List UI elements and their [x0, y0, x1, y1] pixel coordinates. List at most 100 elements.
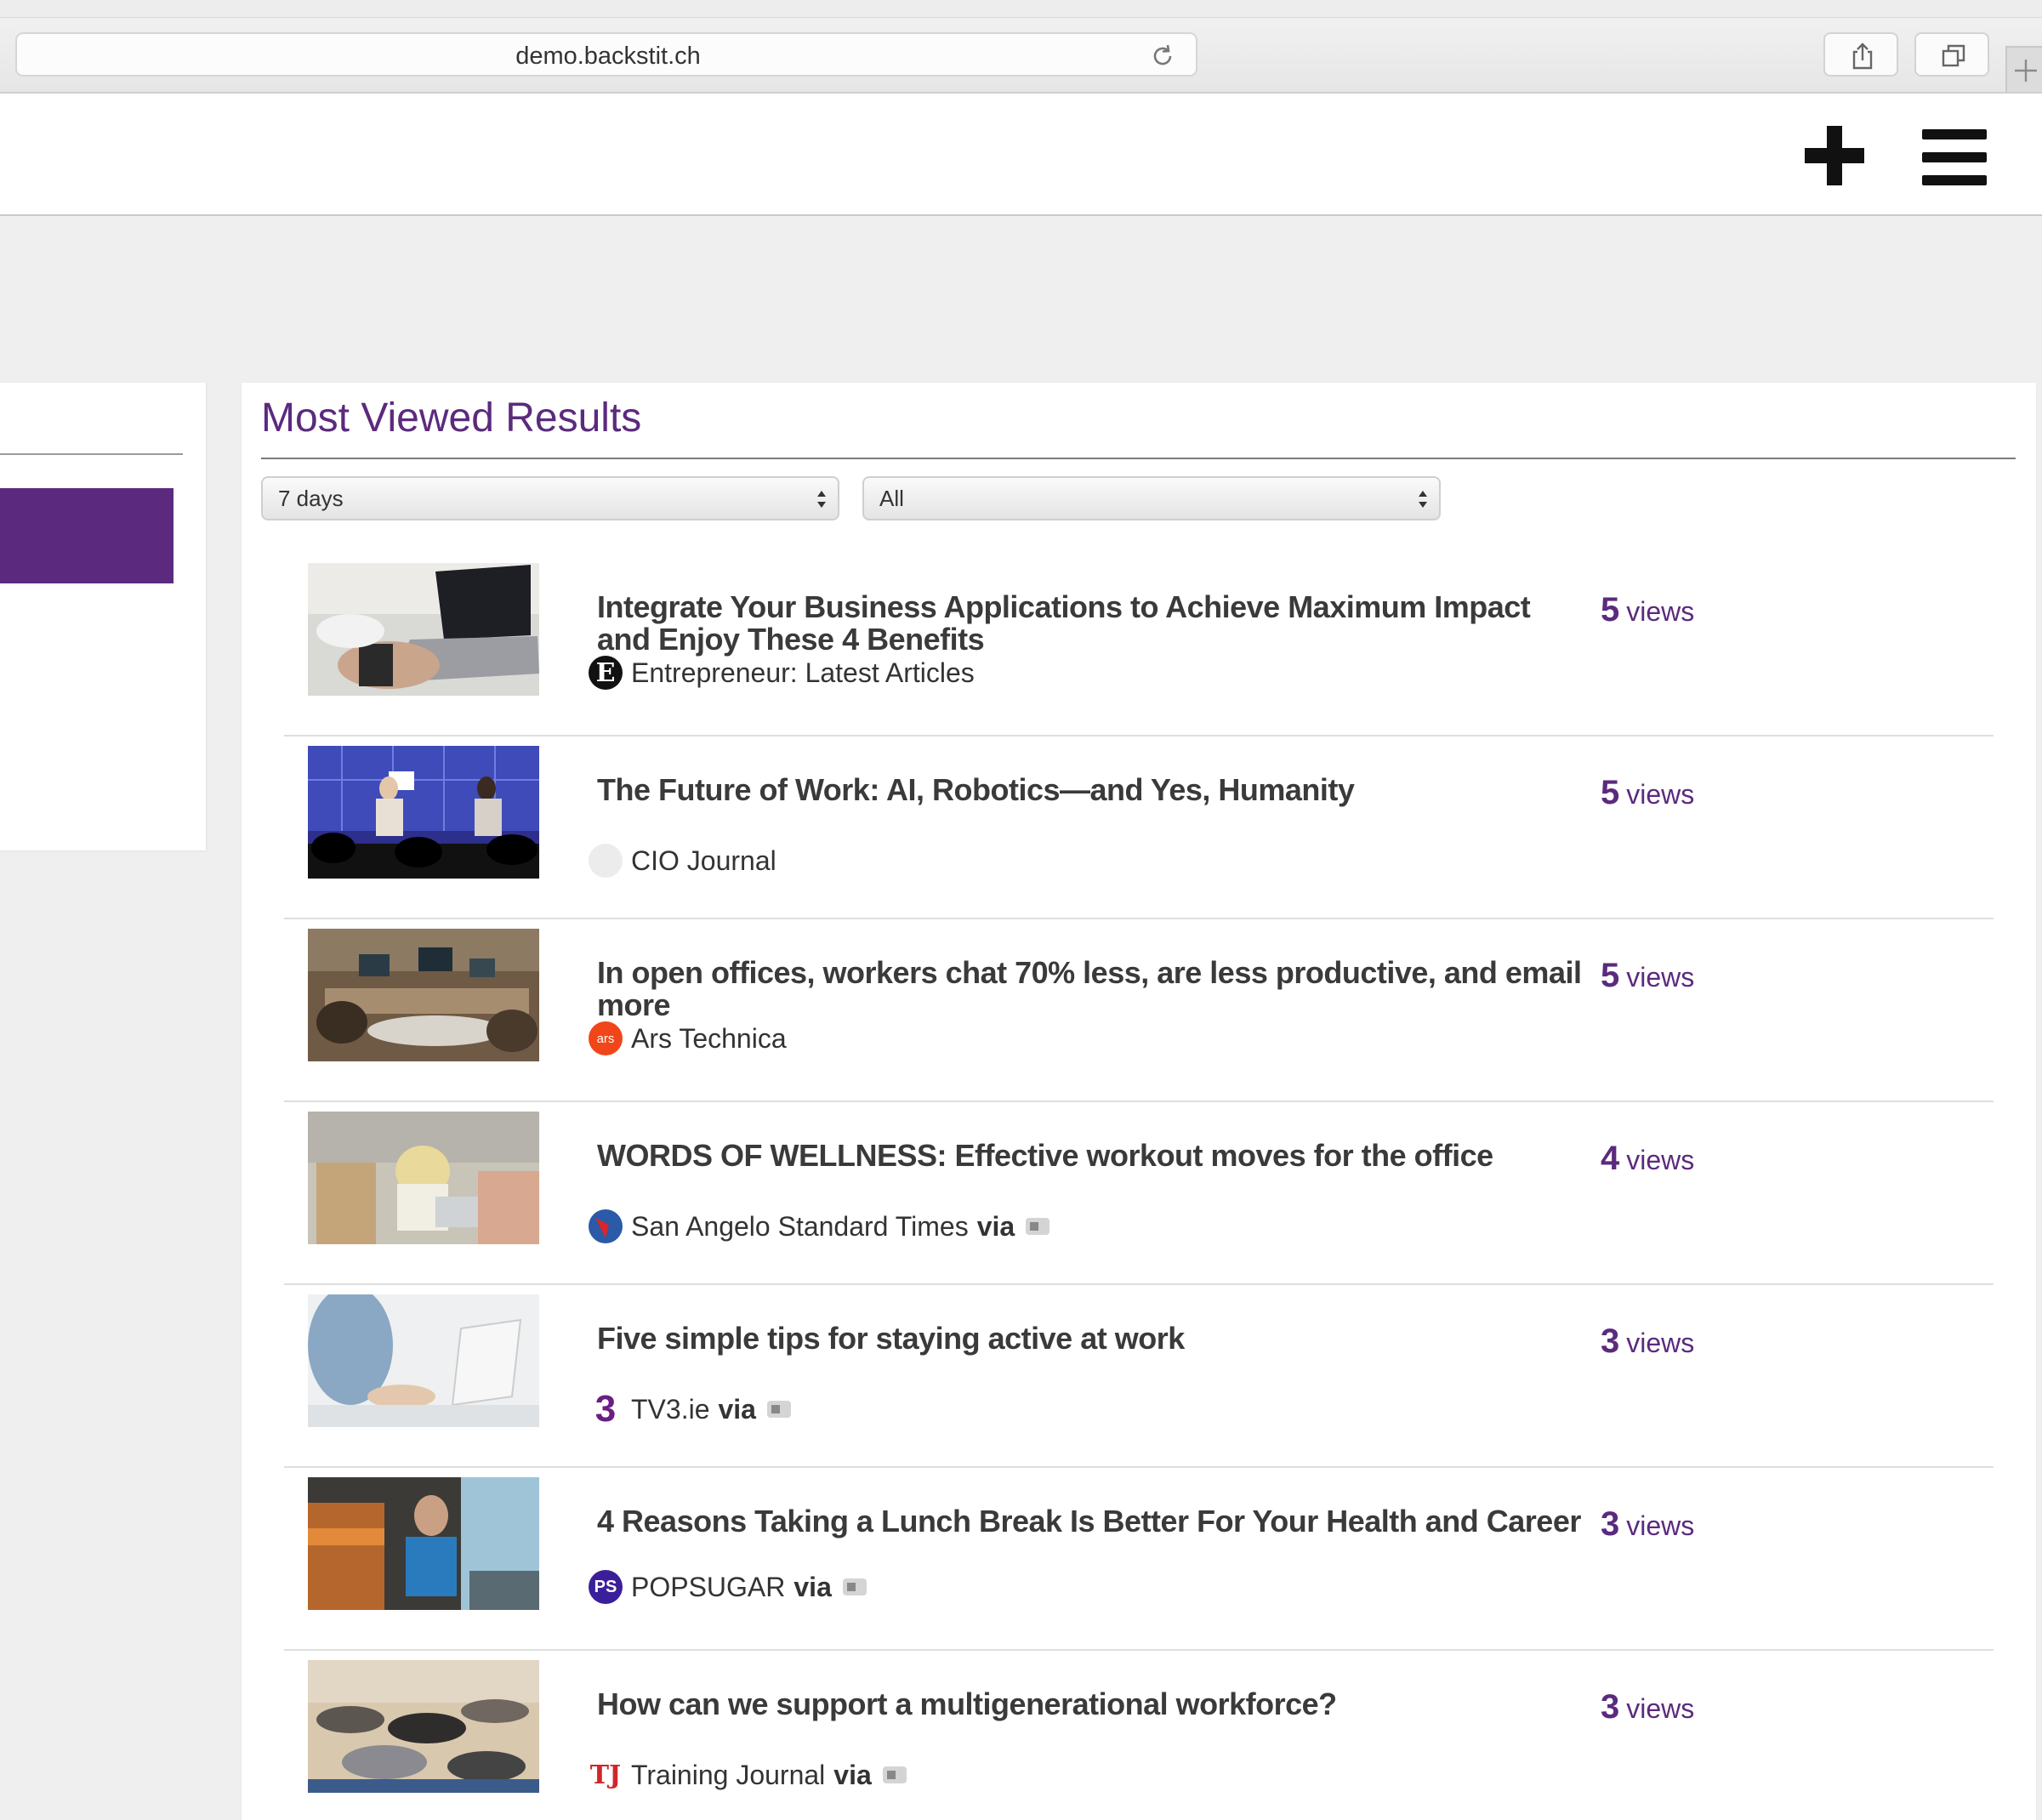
feed-icon — [766, 1401, 791, 1418]
view-count: 5 views — [1601, 591, 1694, 629]
source-name: Entrepreneur: Latest Articles — [631, 657, 975, 688]
view-count-label: views — [1626, 779, 1695, 810]
san-angelo-logo-icon — [589, 1209, 623, 1243]
tv3-logo-icon: 3 — [589, 1392, 623, 1426]
view-count-label: views — [1626, 1145, 1695, 1175]
view-count-number: 3 — [1601, 1688, 1620, 1726]
view-count: 5 views — [1601, 957, 1694, 995]
plus-icon[interactable] — [1805, 126, 1864, 185]
article-title[interactable]: 4 Reasons Taking a Lunch Break Is Better… — [597, 1505, 1584, 1538]
view-count-number: 4 — [1601, 1140, 1620, 1177]
feed-icon — [842, 1578, 867, 1595]
app-header — [0, 94, 2042, 216]
article-thumbnail[interactable] — [308, 746, 539, 879]
article-thumbnail[interactable] — [308, 1294, 539, 1427]
source-name: TV3.ie — [631, 1393, 710, 1425]
article-thumbnail[interactable] — [308, 929, 539, 1061]
view-count-label: views — [1626, 1693, 1695, 1724]
article-title[interactable]: Five simple tips for staying active at w… — [597, 1322, 1584, 1355]
via-label: via — [976, 1210, 1015, 1242]
share-button[interactable] — [1823, 32, 1898, 77]
tabs-overview-button[interactable] — [1914, 32, 1989, 77]
left-sidebar-panel — [0, 383, 207, 850]
cio-journal-logo-icon — [589, 844, 623, 878]
address-bar[interactable]: demo.backstit.ch — [15, 32, 1197, 77]
article-thumbnail[interactable] — [308, 1112, 539, 1244]
section-title: Most Viewed Results — [261, 395, 642, 441]
view-count-label: views — [1626, 1510, 1695, 1541]
page: demo.backstit.ch Most Viewed Results 7 d… — [0, 0, 2042, 1820]
select-arrows-icon — [817, 491, 826, 508]
article-title[interactable]: How can we support a multigenerational w… — [597, 1688, 1584, 1720]
article-source: San Angelo Standard Times via — [589, 1208, 1050, 1245]
view-count-number: 3 — [1601, 1322, 1620, 1360]
via-label: via — [833, 1759, 872, 1790]
via-label: via — [718, 1393, 756, 1425]
period-select-value: 7 days — [278, 486, 344, 511]
article-source: TJ Training Journal via — [589, 1756, 907, 1794]
article-source: ars Ars Technica — [589, 1020, 787, 1057]
view-count-number: 3 — [1601, 1505, 1620, 1543]
view-count: 5 views — [1601, 774, 1694, 812]
ars-technica-logo-icon: ars — [589, 1021, 623, 1055]
view-count-number: 5 — [1601, 591, 1620, 628]
article-title[interactable]: The Future of Work: AI, Robotics—and Yes… — [597, 774, 1584, 806]
article-thumbnail[interactable] — [308, 1660, 539, 1793]
url-text[interactable]: demo.backstit.ch — [17, 34, 1199, 78]
view-count: 4 views — [1601, 1140, 1694, 1178]
entrepreneur-logo-icon: E — [589, 656, 623, 690]
scope-select[interactable]: All — [862, 476, 1441, 520]
ars-logo-text: ars — [596, 1031, 615, 1046]
result-row[interactable]: The Future of Work: AI, Robotics—and Yes… — [284, 737, 1994, 919]
result-row[interactable]: Integrate Your Business Applications to … — [284, 554, 1994, 737]
browser-title-strip — [0, 0, 2042, 18]
result-row[interactable]: In open offices, workers chat 70% less, … — [284, 919, 1994, 1102]
entrepreneur-logo-letter: E — [595, 657, 616, 688]
article-thumbnail[interactable] — [308, 1477, 539, 1610]
new-tab-plus-icon — [2015, 60, 2037, 82]
hamburger-menu-icon[interactable] — [1922, 129, 1987, 185]
view-count-number: 5 — [1601, 774, 1620, 811]
article-title[interactable]: WORDS OF WELLNESS: Effective workout mov… — [597, 1140, 1584, 1172]
result-row[interactable]: 4 Reasons Taking a Lunch Break Is Better… — [284, 1468, 1994, 1651]
source-name: CIO Journal — [631, 845, 776, 876]
training-journal-logo-icon: TJ — [589, 1758, 623, 1792]
view-count: 3 views — [1601, 1688, 1694, 1726]
feed-icon — [882, 1766, 907, 1783]
result-row[interactable]: WORDS OF WELLNESS: Effective workout mov… — [284, 1102, 1994, 1285]
source-name: Ars Technica — [631, 1022, 787, 1054]
result-row[interactable]: Five simple tips for staying active at w… — [284, 1285, 1994, 1468]
browser-toolbar: demo.backstit.ch — [0, 0, 2042, 94]
view-count-number: 5 — [1601, 957, 1620, 994]
tv3-logo-text: 3 — [594, 1392, 617, 1426]
article-source: E Entrepreneur: Latest Articles — [589, 654, 975, 691]
source-name: POPSUGAR — [631, 1571, 786, 1602]
view-count-label: views — [1626, 596, 1695, 627]
article-title[interactable]: Integrate Your Business Applications to … — [597, 591, 1584, 656]
source-name: Training Journal — [631, 1759, 826, 1790]
scope-select-value: All — [879, 486, 904, 511]
period-select[interactable]: 7 days — [261, 476, 839, 520]
article-source: PS POPSUGAR via — [589, 1568, 867, 1606]
article-title[interactable]: In open offices, workers chat 70% less, … — [597, 957, 1584, 1021]
training-journal-logo-text: TJ — [589, 1760, 622, 1790]
title-divider — [261, 458, 2016, 459]
view-count: 3 views — [1601, 1322, 1694, 1361]
new-tab-button[interactable] — [2005, 46, 2042, 92]
most-viewed-panel: Most Viewed Results 7 days All Integrate… — [242, 383, 2036, 1820]
select-arrows-icon — [1419, 491, 1427, 508]
article-source: 3 TV3.ie via — [589, 1391, 792, 1428]
result-row[interactable]: How can we support a multigenerational w… — [284, 1651, 1994, 1820]
results-list: Integrate Your Business Applications to … — [284, 554, 1994, 1820]
left-divider — [0, 453, 183, 455]
view-count: 3 views — [1601, 1505, 1694, 1544]
article-thumbnail[interactable] — [308, 563, 539, 696]
left-purple-button[interactable] — [0, 488, 173, 583]
tabs-icon — [1942, 44, 1965, 67]
feed-icon — [1026, 1218, 1050, 1235]
via-label: via — [793, 1571, 832, 1602]
article-source: CIO Journal — [589, 842, 776, 879]
reload-icon[interactable] — [1148, 42, 1177, 71]
share-icon — [1852, 43, 1873, 70]
view-count-label: views — [1626, 962, 1695, 992]
